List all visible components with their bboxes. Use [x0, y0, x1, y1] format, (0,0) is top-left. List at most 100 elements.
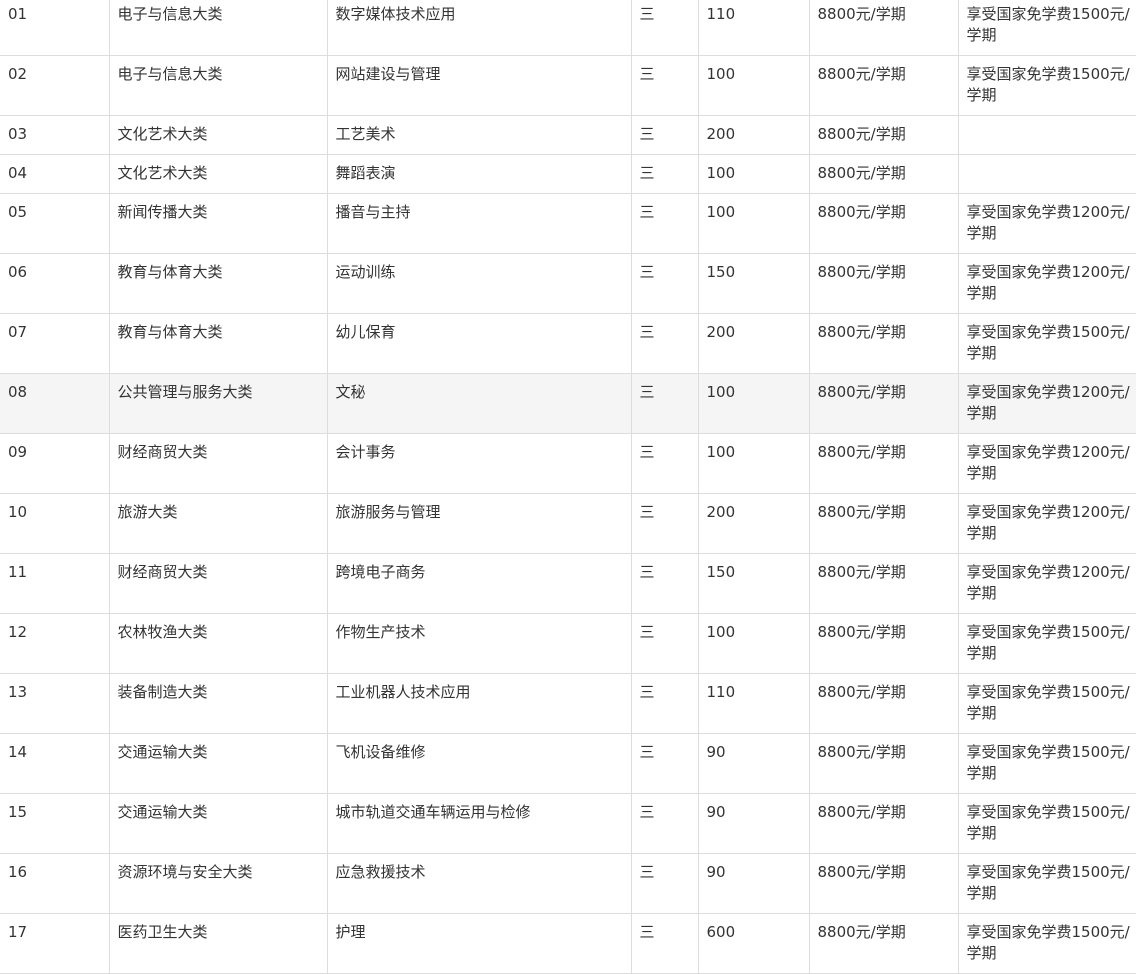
table-row: 11 财经商贸大类 跨境电子商务 三 150 8800元/学期 享受国家免学费1…: [0, 553, 1136, 614]
table-row: 09 财经商贸大类 会计事务 三 100 8800元/学期 享受国家免学费120…: [0, 433, 1136, 494]
major-name: 工业机器人技术应用: [327, 673, 632, 734]
tuition-fee: 8800元/学期: [809, 154, 959, 194]
table-row: 03 文化艺术大类 工艺美术 三 200 8800元/学期: [0, 115, 1136, 155]
major-category: 财经商贸大类: [109, 553, 328, 614]
enrollment-plan: 200: [698, 115, 810, 155]
major-category: 农林牧渔大类: [109, 613, 328, 674]
fee-note: 享受国家免学费1200元/学期: [958, 493, 1136, 554]
row-number: 12: [0, 613, 110, 674]
row-number: 08: [0, 373, 110, 434]
study-years: 三: [631, 193, 699, 254]
table-row: 14 交通运输大类 飞机设备维修 三 90 8800元/学期 享受国家免学费15…: [0, 733, 1136, 794]
enrollment-plan: 90: [698, 793, 810, 854]
tuition-fee: 8800元/学期: [809, 853, 959, 914]
study-years: 三: [631, 553, 699, 614]
major-category: 财经商贸大类: [109, 433, 328, 494]
enrollment-plan: 200: [698, 313, 810, 374]
tuition-fee: 8800元/学期: [809, 433, 959, 494]
study-years: 三: [631, 853, 699, 914]
fee-note: [958, 154, 1136, 194]
study-years: 三: [631, 313, 699, 374]
major-name: 播音与主持: [327, 193, 632, 254]
major-name: 文秘: [327, 373, 632, 434]
row-number: 14: [0, 733, 110, 794]
major-name: 护理: [327, 913, 632, 974]
fee-note: 享受国家免学费1200元/学期: [958, 373, 1136, 434]
fee-note: 享受国家免学费1500元/学期: [958, 853, 1136, 914]
tuition-fee: 8800元/学期: [809, 553, 959, 614]
fee-note: 享受国家免学费1500元/学期: [958, 673, 1136, 734]
enrollment-plan: 90: [698, 853, 810, 914]
enrollment-plan: 100: [698, 433, 810, 494]
tuition-fee: 8800元/学期: [809, 913, 959, 974]
row-number: 06: [0, 253, 110, 314]
major-category: 旅游大类: [109, 493, 328, 554]
tuition-fee: 8800元/学期: [809, 673, 959, 734]
fee-note: 享受国家免学费1500元/学期: [958, 313, 1136, 374]
major-name: 运动训练: [327, 253, 632, 314]
study-years: 三: [631, 913, 699, 974]
tuition-fee: 8800元/学期: [809, 493, 959, 554]
major-name: 数字媒体技术应用: [327, 0, 632, 56]
fee-note: 享受国家免学费1200元/学期: [958, 193, 1136, 254]
fee-note: 享受国家免学费1500元/学期: [958, 913, 1136, 974]
fee-note: 享受国家免学费1200元/学期: [958, 433, 1136, 494]
table-row: 10 旅游大类 旅游服务与管理 三 200 8800元/学期 享受国家免学费12…: [0, 493, 1136, 554]
major-category: 电子与信息大类: [109, 0, 328, 56]
row-number: 05: [0, 193, 110, 254]
major-name: 旅游服务与管理: [327, 493, 632, 554]
study-years: 三: [631, 613, 699, 674]
tuition-fee: 8800元/学期: [809, 313, 959, 374]
row-number: 15: [0, 793, 110, 854]
row-number: 07: [0, 313, 110, 374]
tuition-fee: 8800元/学期: [809, 0, 959, 56]
major-category: 新闻传播大类: [109, 193, 328, 254]
study-years: 三: [631, 373, 699, 434]
enrollment-plan: 200: [698, 493, 810, 554]
table-row: 13 装备制造大类 工业机器人技术应用 三 110 8800元/学期 享受国家免…: [0, 673, 1136, 734]
tuition-fee: 8800元/学期: [809, 733, 959, 794]
enrollment-plan: 100: [698, 55, 810, 116]
major-category: 交通运输大类: [109, 733, 328, 794]
row-number: 11: [0, 553, 110, 614]
table-row: 15 交通运输大类 城市轨道交通车辆运用与检修 三 90 8800元/学期 享受…: [0, 793, 1136, 854]
majors-table: 01 电子与信息大类 数字媒体技术应用 三 110 8800元/学期 享受国家免…: [0, 0, 1136, 974]
enrollment-plan: 600: [698, 913, 810, 974]
tuition-fee: 8800元/学期: [809, 793, 959, 854]
table-row: 16 资源环境与安全大类 应急救援技术 三 90 8800元/学期 享受国家免学…: [0, 853, 1136, 914]
major-name: 城市轨道交通车辆运用与检修: [327, 793, 632, 854]
major-category: 资源环境与安全大类: [109, 853, 328, 914]
enrollment-plan: 100: [698, 154, 810, 194]
major-name: 作物生产技术: [327, 613, 632, 674]
enrollment-plan: 100: [698, 193, 810, 254]
row-number: 01: [0, 0, 110, 56]
major-name: 飞机设备维修: [327, 733, 632, 794]
major-name: 网站建设与管理: [327, 55, 632, 116]
table-row: 04 文化艺术大类 舞蹈表演 三 100 8800元/学期: [0, 154, 1136, 194]
tuition-fee: 8800元/学期: [809, 253, 959, 314]
fee-note: 享受国家免学费1200元/学期: [958, 553, 1136, 614]
major-name: 应急救援技术: [327, 853, 632, 914]
fee-note: 享受国家免学费1500元/学期: [958, 733, 1136, 794]
fee-note: 享受国家免学费1200元/学期: [958, 253, 1136, 314]
tuition-fee: 8800元/学期: [809, 193, 959, 254]
fee-note: 享受国家免学费1500元/学期: [958, 55, 1136, 116]
row-number: 03: [0, 115, 110, 155]
study-years: 三: [631, 253, 699, 314]
study-years: 三: [631, 733, 699, 794]
study-years: 三: [631, 673, 699, 734]
enrollment-plan: 110: [698, 673, 810, 734]
table-row: 08 公共管理与服务大类 文秘 三 100 8800元/学期 享受国家免学费12…: [0, 373, 1136, 434]
enrollment-plan: 90: [698, 733, 810, 794]
enrollment-plan: 150: [698, 253, 810, 314]
study-years: 三: [631, 433, 699, 494]
major-category: 装备制造大类: [109, 673, 328, 734]
major-name: 会计事务: [327, 433, 632, 494]
fee-note: 享受国家免学费1500元/学期: [958, 0, 1136, 56]
major-category: 交通运输大类: [109, 793, 328, 854]
fee-note: [958, 115, 1136, 155]
tuition-fee: 8800元/学期: [809, 55, 959, 116]
table-row: 02 电子与信息大类 网站建设与管理 三 100 8800元/学期 享受国家免学…: [0, 55, 1136, 116]
major-category: 教育与体育大类: [109, 253, 328, 314]
major-category: 电子与信息大类: [109, 55, 328, 116]
